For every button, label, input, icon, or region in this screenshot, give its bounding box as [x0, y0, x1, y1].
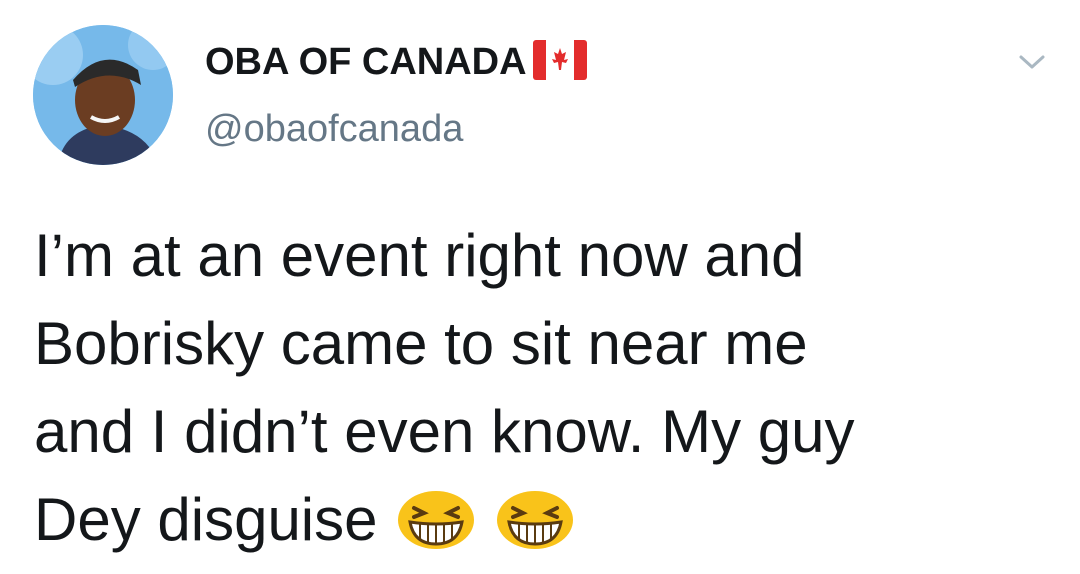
- tweet-line: I’m at an event right now and: [34, 222, 805, 289]
- tweet-line: and I didn’t even know. My guy: [34, 398, 855, 465]
- name-row: OBA OF CANADA: [205, 40, 587, 85]
- tweet-line: Dey disguise: [34, 486, 378, 553]
- tweet-line: Bobrisky came to sit near me: [34, 310, 808, 377]
- tweet-text: I’m at an event right now and Bobrisky c…: [34, 212, 1054, 574]
- grinning-squinting-face-icon: [396, 486, 476, 574]
- display-name[interactable]: OBA OF CANADA: [205, 41, 527, 84]
- canada-flag-icon: [532, 40, 587, 85]
- grinning-squinting-face-icon: [495, 486, 575, 574]
- avatar[interactable]: [33, 25, 173, 165]
- avatar-photo-icon: [33, 25, 173, 165]
- chevron-down-icon[interactable]: [1018, 52, 1046, 72]
- user-handle[interactable]: @obaofcanada: [205, 108, 463, 151]
- tweet-last-line: Dey disguise: [34, 476, 1054, 574]
